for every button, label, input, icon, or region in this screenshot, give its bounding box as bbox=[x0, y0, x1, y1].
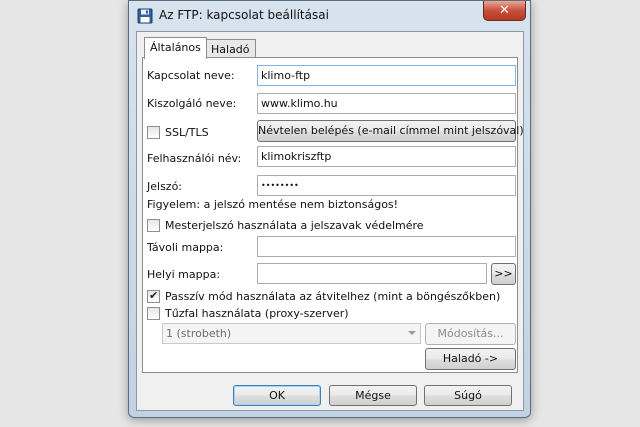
close-icon: ✕ bbox=[499, 3, 510, 18]
ok-button[interactable]: OK bbox=[233, 385, 321, 406]
tab-panel-general: Kapcsolat neve: klimo-ftp Kiszolgáló nev… bbox=[142, 57, 524, 373]
chevron-down-icon bbox=[408, 331, 416, 335]
server-name-input[interactable]: www.klimo.hu bbox=[257, 93, 516, 114]
close-button[interactable]: ✕ bbox=[483, 1, 526, 21]
dialog-client-area: Általános Haladó Kapcsolat neve: klimo-f… bbox=[136, 31, 524, 411]
remote-folder-label: Távoli mappa: bbox=[147, 241, 224, 254]
tab-general-label: Általános bbox=[150, 41, 201, 54]
passive-mode-checkbox[interactable]: ✔ bbox=[147, 289, 160, 303]
tab-general[interactable]: Általános bbox=[144, 37, 207, 59]
browse-folder-button[interactable]: >> bbox=[491, 263, 516, 285]
ssl-label: SSL/TLS bbox=[165, 126, 209, 139]
password-warning: Figyelem: a jelszó mentése nem biztonság… bbox=[147, 198, 399, 211]
password-input[interactable]: •••••••• bbox=[257, 175, 516, 196]
local-folder-label: Helyi mappa: bbox=[147, 268, 221, 281]
firewall-checkbox[interactable]: ✔ bbox=[147, 307, 160, 320]
help-button[interactable]: Súgó bbox=[424, 385, 512, 406]
connection-name-input[interactable]: klimo-ftp bbox=[257, 65, 516, 86]
tab-advanced-label: Haladó bbox=[211, 43, 250, 56]
firewall-label: Tűzfal használata (proxy-szerver) bbox=[165, 307, 349, 320]
cancel-button[interactable]: Mégse bbox=[329, 385, 417, 406]
ssl-checkbox[interactable]: ✔ bbox=[147, 126, 160, 139]
remote-folder-input[interactable] bbox=[257, 236, 516, 257]
title-bar[interactable]: Az FTP: kapcsolat beállításai ✕ bbox=[129, 1, 530, 31]
anonymous-login-button[interactable]: Névtelen belépés (e-mail címmel mint jel… bbox=[257, 120, 524, 142]
dialog-window: Az FTP: kapcsolat beállításai ✕ Általáno… bbox=[128, 0, 531, 418]
window-title: Az FTP: kapcsolat beállításai bbox=[159, 8, 329, 22]
checkmark-icon: ✔ bbox=[149, 289, 159, 302]
password-label: Jelszó: bbox=[147, 180, 183, 193]
firewall-proxy-select[interactable]: 1 (strobeth) bbox=[162, 323, 421, 344]
master-password-checkbox[interactable]: ✔ bbox=[147, 219, 160, 232]
local-folder-input[interactable] bbox=[257, 263, 487, 284]
floppy-disk-icon bbox=[137, 8, 153, 24]
master-password-label: Mesterjelszó használata a jelszavak véde… bbox=[165, 219, 424, 232]
firewall-proxy-select-value: 1 (strobeth) bbox=[166, 327, 232, 340]
username-input[interactable]: klimokriszftp bbox=[257, 146, 516, 167]
tab-advanced[interactable]: Haladó bbox=[205, 39, 256, 59]
username-label: Felhasználói név: bbox=[147, 152, 242, 165]
server-name-label: Kiszolgáló neve: bbox=[147, 97, 237, 110]
advanced-button[interactable]: Haladó -> bbox=[425, 348, 516, 370]
passive-mode-label: Passzív mód használata az átvitelhez (mi… bbox=[165, 290, 501, 303]
connection-name-label: Kapcsolat neve: bbox=[147, 69, 235, 82]
modify-button[interactable]: Módosítás... bbox=[425, 323, 516, 345]
